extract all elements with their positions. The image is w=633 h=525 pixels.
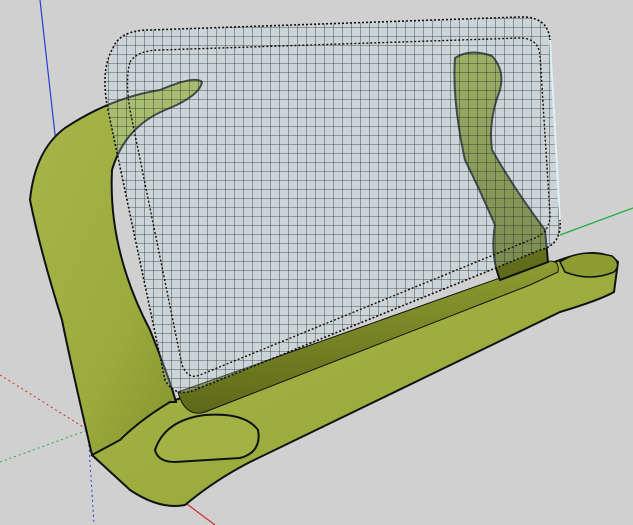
green-axis-dotted bbox=[0, 429, 89, 463]
modeling-viewport[interactable] bbox=[0, 0, 633, 525]
scene-canvas[interactable] bbox=[0, 0, 633, 525]
green-axis bbox=[559, 207, 633, 236]
end-pad[interactable] bbox=[559, 252, 619, 278]
